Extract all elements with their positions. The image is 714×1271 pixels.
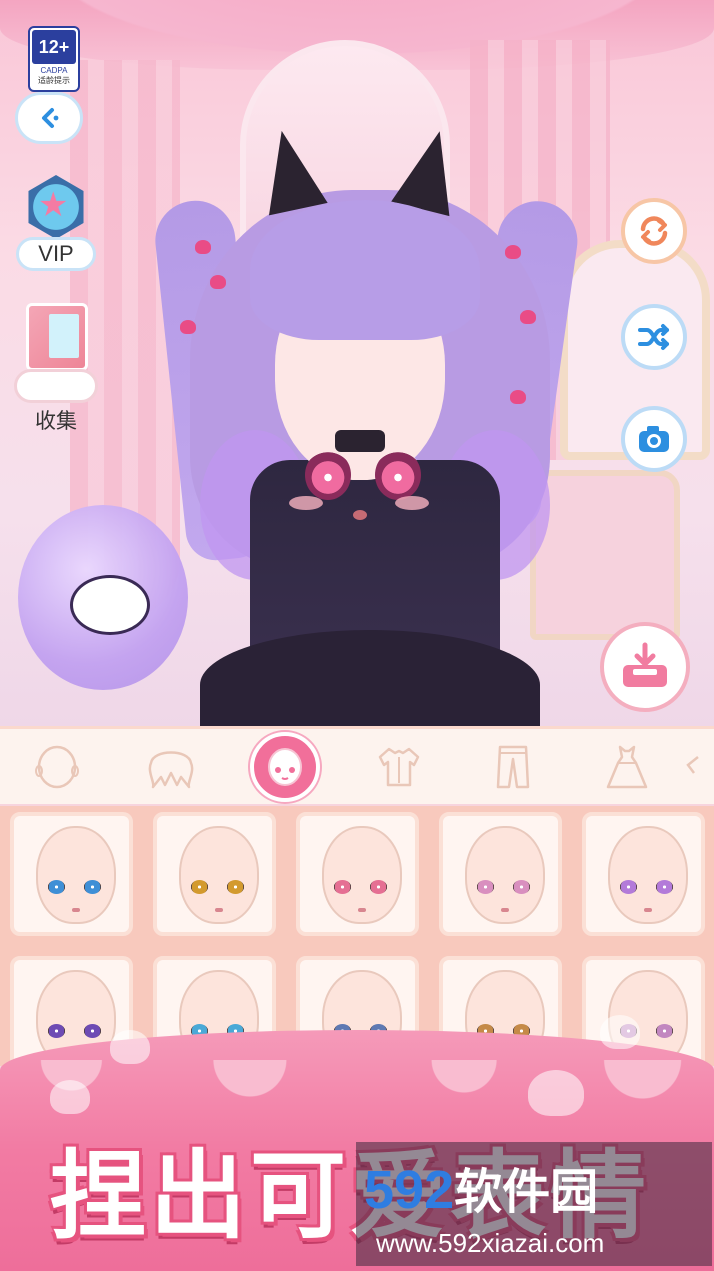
watermark-url: www.592xiazai.com [376,1228,605,1258]
blush-right [395,496,429,510]
age-rating-org: CADPA [40,66,68,75]
eye-right [227,880,244,894]
mouth [644,908,652,912]
heart-icon [528,1070,584,1116]
eye-right [656,1024,673,1038]
watermark-text: 软件园 [454,1164,599,1220]
chevron-left-icon [42,108,59,128]
head-outline-icon [35,745,79,788]
tab-dress[interactable] [570,728,684,806]
tab-expression[interactable] [228,728,342,806]
mouth [358,908,366,912]
expression-option-tile[interactable] [10,812,133,936]
face-expression-icon [268,747,302,786]
character-scene [0,0,714,730]
tab-top[interactable] [342,728,456,806]
shirt-icon [378,747,420,786]
blush-left [289,496,323,510]
eye-left [305,450,351,500]
expression-option-tile[interactable] [439,812,562,936]
back-button[interactable] [15,92,83,144]
eye-left [477,880,494,894]
skirt [200,630,540,730]
watermark-number: 592 [364,1160,455,1220]
mouth [353,510,367,520]
hair-heart-icon [510,390,526,404]
eye-left [334,880,351,894]
active-tab-bubble [250,731,320,802]
refresh-icon [640,216,668,246]
star-icon: ★ [38,185,69,225]
save-download-button[interactable] [600,622,690,712]
eye-right [513,880,530,894]
shuffle-button[interactable] [621,304,687,370]
avatar-character [151,123,583,730]
pants-icon [496,745,530,788]
watermark-logo: 592软件园 [364,1152,598,1222]
banner-cloud-wave [0,1060,714,1120]
age-rating-note: 适龄提示 [38,76,70,85]
mouth [72,908,80,912]
hair-heart-icon [505,245,521,259]
collection-label: 收集 [35,409,77,433]
mouth [501,908,509,912]
refresh-button[interactable] [621,198,687,264]
age-rating-number: 12+ [32,30,76,64]
eye-left [191,880,208,894]
eye-right [656,880,673,894]
album-icon [26,303,88,371]
download-tray-icon [623,642,667,687]
collection-progress-bar [14,369,98,403]
cat-ear-right [391,123,469,217]
eye-right [84,1024,101,1038]
dress-icon [606,745,648,788]
eye-left [48,1024,65,1038]
vip-label: VIP [16,237,96,271]
camera-icon [639,426,669,452]
hair-heart-icon [180,320,196,334]
tab-face-shape[interactable] [0,728,114,806]
mouth [215,908,223,912]
hair-heart-icon [520,310,536,324]
heart-icon [110,1030,150,1064]
expression-option-tile[interactable] [296,812,419,936]
expression-option-tile[interactable] [582,812,705,936]
eye-right [370,880,387,894]
category-tab-bar [0,726,714,804]
collection-button[interactable]: 收集 [14,303,98,433]
expression-option-tile[interactable] [153,812,276,936]
partial-tab-icon [686,755,699,774]
age-rating-badge: 12+ CADPA 适龄提示 [28,26,80,92]
eye-right [84,880,101,894]
tab-more[interactable] [684,728,714,806]
shuffle-icon [638,324,669,350]
heart-icon [600,1015,640,1049]
hair-bangs [250,200,480,340]
cat-ear-left [252,124,328,216]
heart-icon [50,1080,90,1114]
tab-pants[interactable] [456,728,570,806]
camera-button[interactable] [621,406,687,472]
mascot-face [70,575,150,635]
hair-icon [148,750,194,788]
eye-left [48,880,65,894]
vip-button[interactable]: ★ VIP [16,175,96,275]
hair-heart-icon [210,275,226,289]
eye-left [620,880,637,894]
eye-right [375,450,421,500]
tab-hair[interactable] [114,728,228,806]
hair-heart-icon [195,240,211,254]
choker [335,430,385,452]
